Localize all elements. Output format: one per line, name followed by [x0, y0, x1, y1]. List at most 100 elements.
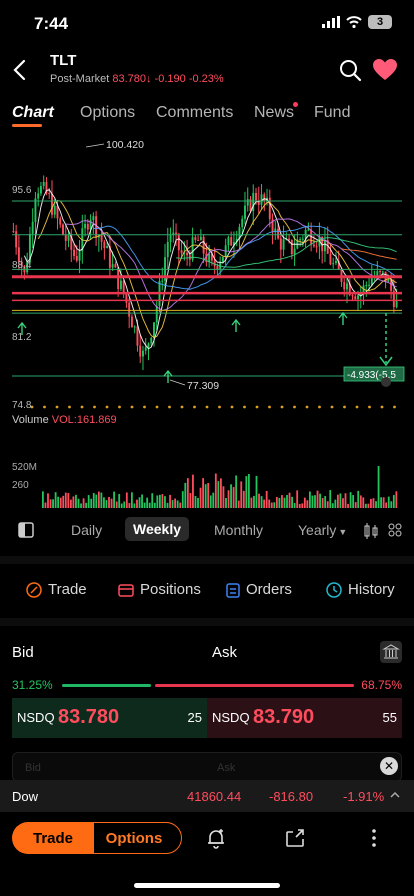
bank-icon[interactable] [380, 641, 402, 663]
battery-icon: 3 [368, 15, 392, 29]
price-chart-svg[interactable]: 95.688.481.274.8Jan 2023JulJan 2024JulJa… [0, 135, 414, 428]
tab-chart[interactable]: Chart [12, 104, 54, 122]
candle-body [346, 283, 348, 290]
candle-body [180, 250, 183, 254]
trade-button[interactable]: Trade [12, 822, 94, 854]
volume-bar [367, 503, 370, 508]
volume-chart[interactable]: 520M 260 [0, 408, 414, 512]
heart-icon[interactable] [372, 58, 398, 82]
ask-quote[interactable]: NSDQ 83.790 55 [207, 698, 402, 738]
candle-body [62, 224, 64, 235]
volume-bar [349, 492, 352, 508]
candle-body [155, 306, 158, 323]
candle-body [48, 192, 51, 194]
period-monthly[interactable]: Monthly [214, 522, 263, 538]
volume-bar [278, 497, 281, 508]
volume-bar [225, 497, 227, 508]
volume-bar [283, 497, 286, 508]
candle-body [241, 218, 244, 228]
tab-news[interactable]: News [254, 104, 294, 122]
layout-toggle-icon[interactable] [18, 522, 34, 538]
period-weekly[interactable]: Weekly [125, 517, 189, 541]
action-positions-label: Positions [140, 581, 201, 598]
volume-bar [54, 492, 57, 508]
more-options-icon[interactable] [362, 826, 386, 850]
candle-body [368, 284, 371, 286]
volume-bar [339, 493, 342, 508]
low-marker-leader [169, 379, 186, 386]
signal-icon [322, 16, 340, 28]
bid-ask-ratio: 31.25% 68.75% [0, 678, 414, 692]
search-icon[interactable] [338, 58, 362, 82]
volume-bar [286, 494, 288, 508]
volume-bar [344, 493, 347, 508]
ghost-bid-label: Bid [25, 762, 41, 774]
tab-comments[interactable]: Comments [156, 104, 233, 122]
back-icon[interactable] [10, 58, 30, 82]
action-positions[interactable]: Positions [118, 581, 201, 598]
moving-average-line [341, 248, 397, 260]
post-market-line: Post-Market 83.780↓ -0.190 -0.23% [50, 73, 224, 85]
alert-bell-icon[interactable] [204, 826, 228, 850]
volume-bar [87, 495, 90, 508]
volume-bar [293, 503, 296, 508]
high-marker-leader [85, 143, 105, 148]
period-yearly[interactable]: Yearly ▼ [298, 522, 347, 538]
volume-bar [148, 502, 151, 508]
candle-body [216, 265, 219, 270]
history-icon [326, 581, 342, 598]
volume-bar [59, 497, 62, 508]
action-history[interactable]: History [326, 581, 395, 598]
bid-quote[interactable]: NSDQ 83.780 25 [12, 698, 207, 738]
volume-bar [326, 501, 329, 508]
volume-bar [57, 496, 60, 508]
candle-body [246, 199, 249, 206]
tab-options[interactable]: Options [80, 104, 135, 122]
index-ticker-strip[interactable]: Dow 41860.44 -816.80 -1.91% [0, 780, 414, 812]
volume-bar [270, 502, 273, 508]
volume-bar [303, 497, 306, 508]
volume-bar [214, 473, 217, 508]
candle-body [133, 326, 136, 328]
index-value: 41860.44 [187, 789, 242, 804]
candle-style-icon[interactable] [364, 523, 378, 539]
home-indicator [134, 883, 280, 888]
volume-bar [97, 491, 100, 508]
volume-bar [103, 497, 105, 508]
candle-body [343, 282, 346, 290]
action-orders[interactable]: Orders [226, 581, 292, 598]
volume-bar [125, 492, 128, 508]
tab-fund[interactable]: Fund [314, 104, 350, 122]
grid-menu-icon[interactable] [388, 523, 402, 537]
candle-body [111, 264, 114, 268]
volume-bar [260, 496, 263, 508]
bid-pct: 31.25% [12, 678, 53, 692]
action-trade[interactable]: Trade [26, 581, 87, 598]
candle-body [381, 271, 384, 273]
period-daily[interactable]: Daily [71, 522, 102, 538]
status-icons: 3 [322, 15, 392, 29]
volume-bar [321, 498, 324, 508]
price-chart[interactable]: 95.688.481.274.8Jan 2023JulJan 2024JulJa… [0, 135, 414, 428]
chevron-up-icon[interactable] [390, 790, 400, 800]
volume-bar [265, 490, 268, 508]
volume-bar [222, 486, 225, 508]
ghost-ask-label: Ask [217, 762, 236, 774]
options-button[interactable]: Options [86, 822, 182, 854]
candle-body [153, 322, 155, 338]
volume-bar [209, 495, 212, 508]
candle-body [119, 280, 122, 290]
candle-body [357, 295, 359, 300]
candle-body [139, 345, 142, 357]
depth-row-placeholder: Bid Ask [12, 752, 402, 782]
candle-body [255, 192, 257, 201]
share-icon[interactable] [283, 826, 307, 850]
candle-body [161, 280, 164, 282]
candle-body [15, 231, 18, 248]
volume-bar [331, 503, 334, 508]
action-history-label: History [348, 581, 395, 598]
close-icon[interactable]: ✕ [380, 757, 398, 775]
volume-bar [220, 478, 222, 508]
volume-bar [324, 496, 327, 508]
volume-bar [212, 492, 215, 508]
